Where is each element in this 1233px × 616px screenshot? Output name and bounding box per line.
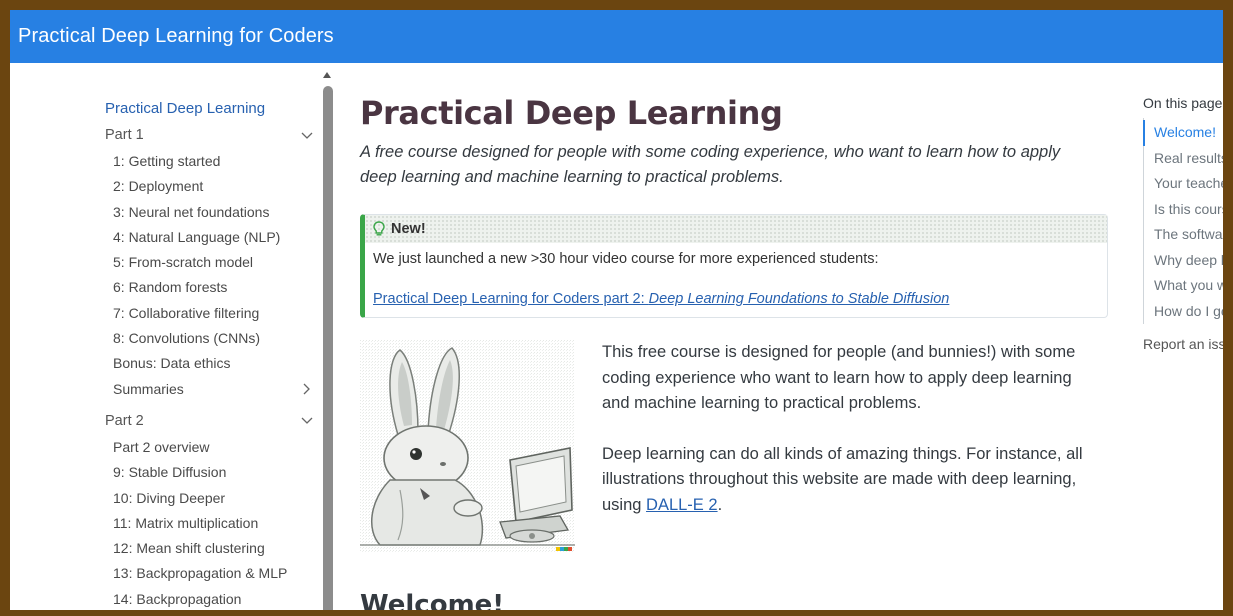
toc-item-get-started[interactable]: How do I get started? [1144, 299, 1223, 325]
link-italic: Deep Learning Foundations to Stable Diff… [648, 291, 950, 307]
dalle-link[interactable]: DALL-E 2 [646, 496, 718, 514]
page-title: Practical Deep Learning [360, 94, 783, 132]
sidebar-item-lesson-4[interactable]: 4: Natural Language (NLP) [105, 225, 315, 250]
hero-section: This free course is designed for people … [360, 340, 1110, 560]
sidebar-item-lesson-10[interactable]: 10: Diving Deeper [105, 486, 315, 511]
sidebar-item-lesson-5[interactable]: 5: From-scratch model [105, 250, 315, 275]
sidebar-item-lesson-8[interactable]: 8: Convolutions (CNNs) [105, 326, 315, 351]
part1-items: 1: Getting started 2: Deployment 3: Neur… [105, 149, 315, 402]
lightbulb-icon [373, 221, 385, 237]
toc-item-real-results[interactable]: Real results [1144, 146, 1223, 172]
sidebar-item-lesson-13[interactable]: 13: Backpropagation & MLP [105, 561, 315, 586]
callout-new: New! We just launched a new >30 hour vid… [360, 214, 1108, 318]
callout-text: We just launched a new >30 hour video co… [373, 251, 879, 267]
main-content: Practical Deep Learning A free course de… [360, 90, 1110, 610]
toc-item-is-this-course[interactable]: Is this course for me? [1144, 197, 1223, 223]
report-issue-label: Report an issue [1143, 336, 1223, 352]
report-issue-link[interactable]: Report an issue [1143, 336, 1223, 352]
sidebar-item-lesson-14[interactable]: 14: Backpropagation [105, 587, 315, 610]
section-label: Part 1 [105, 127, 144, 143]
sidebar-item-lesson-6[interactable]: 6: Random forests [105, 275, 315, 300]
sidebar-item-lesson-11[interactable]: 11: Matrix multiplication [105, 511, 315, 536]
part2-items: Part 2 overview 9: Stable Diffusion 10: … [105, 435, 315, 610]
toc-item-your-teacher[interactable]: Your teacher [1144, 171, 1223, 197]
section-label: Part 2 [105, 412, 144, 429]
sidebar-scrollbar[interactable] [323, 86, 333, 610]
bunny-illustration [360, 340, 575, 552]
sidebar-section-part1[interactable]: Part 1 [105, 122, 315, 149]
toc-item-software[interactable]: The software you will be using [1144, 222, 1223, 248]
hero-p2-suffix: . [717, 495, 723, 514]
sidebar-section-part2[interactable]: Part 2 [105, 408, 315, 435]
callout-header: New! [365, 215, 1107, 243]
page-subtitle: A free course designed for people with s… [360, 143, 1061, 186]
summaries-label: Summaries [113, 380, 184, 397]
navbar: Practical Deep Learning for Coders [10, 10, 1223, 63]
sidebar-item-data-ethics[interactable]: Bonus: Data ethics [105, 351, 315, 376]
sidebar-item-lesson-7[interactable]: 7: Collaborative filtering [105, 301, 315, 326]
toc: On this page Welcome! Real results Your … [1143, 92, 1223, 352]
hero-text: This free course is designed for people … [602, 340, 1102, 543]
sidebar-home-link[interactable]: Practical Deep Learning [105, 96, 315, 122]
part2-course-link[interactable]: Practical Deep Learning for Coders part … [373, 291, 949, 307]
chevron-down-icon[interactable] [301, 415, 313, 427]
toc-title: On this page [1143, 95, 1223, 111]
sidebar-item-lesson-3[interactable]: 3: Neural net foundations [105, 200, 315, 225]
callout-body: We just launched a new >30 hour video co… [365, 243, 1107, 317]
hero-paragraph-2: Deep learning can do all kinds of amazin… [602, 442, 1102, 519]
sidebar-item-lesson-12[interactable]: 12: Mean shift clustering [105, 536, 315, 561]
sidebar-item-lesson-1[interactable]: 1: Getting started [105, 149, 315, 174]
sidebar-item-summaries[interactable]: Summaries [105, 377, 315, 402]
link-prefix: Practical Deep Learning for Coders part … [373, 291, 649, 307]
welcome-heading: Welcome! [360, 590, 505, 610]
chevron-right-icon[interactable] [301, 383, 313, 395]
sidebar-item-part2-overview[interactable]: Part 2 overview [105, 435, 315, 460]
toc-list: Welcome! Real results Your teacher Is th… [1143, 118, 1223, 324]
browser-page: Practical Deep Learning for Coders Pract… [10, 10, 1223, 610]
toc-item-why-deep-learning[interactable]: Why deep learning? [1144, 248, 1223, 274]
hero-paragraph-1: This free course is designed for people … [602, 343, 1076, 412]
sidebar: Practical Deep Learning Part 1 1: Gettin… [105, 96, 315, 610]
chevron-down-icon[interactable] [301, 130, 313, 142]
sidebar-item-lesson-2[interactable]: 2: Deployment [105, 174, 315, 199]
site-title-link[interactable]: Practical Deep Learning for Coders [18, 25, 334, 48]
toc-item-what-you-will-learn[interactable]: What you will learn [1144, 273, 1223, 299]
sidebar-item-lesson-9[interactable]: 9: Stable Diffusion [105, 460, 315, 485]
scroll-up-arrow-icon[interactable] [323, 72, 331, 78]
toc-item-welcome[interactable]: Welcome! [1143, 120, 1223, 146]
callout-heading: New! [391, 221, 426, 237]
